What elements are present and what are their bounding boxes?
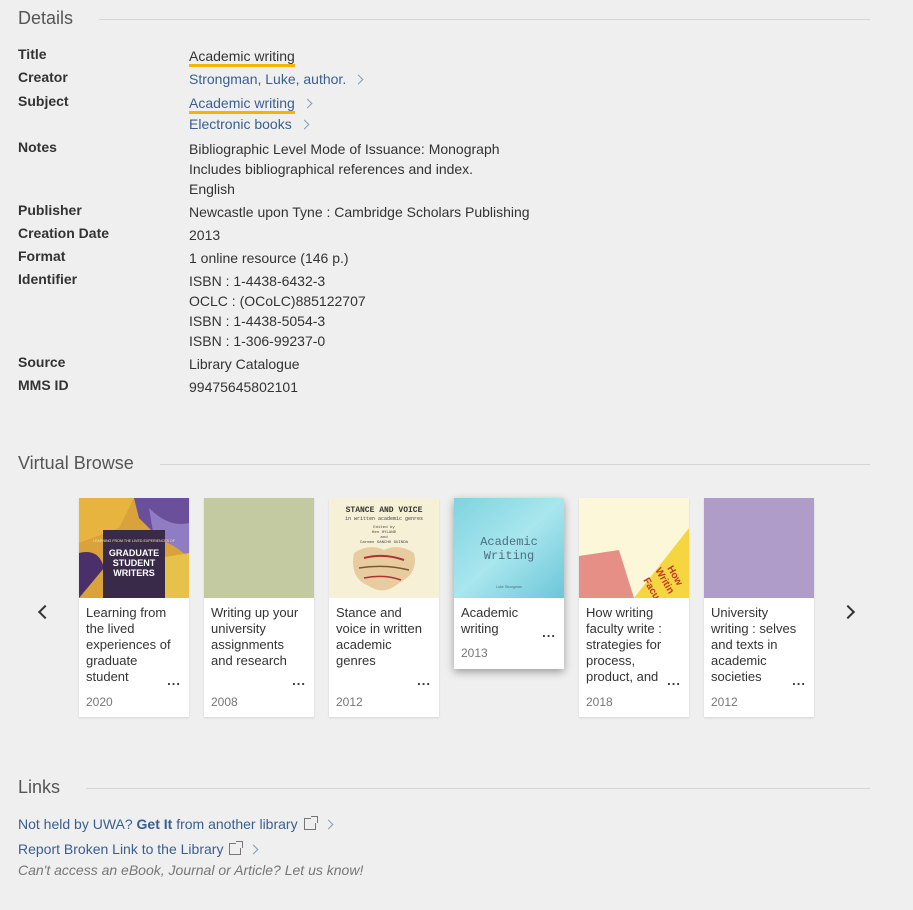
book-title: Academic writing <box>461 605 519 636</box>
book-cover-image <box>204 498 314 598</box>
detail-label: Subject <box>18 93 69 109</box>
notes-value: Bibliographic Level Mode of Issuance: Mo… <box>189 141 500 157</box>
book-year: 2013 <box>461 646 488 660</box>
subject-link-academic-writing[interactable]: Academic writing <box>189 95 295 114</box>
more-icon[interactable]: ... <box>167 673 181 688</box>
detail-label: Publisher <box>18 202 82 218</box>
title-link[interactable]: Academic writing <box>189 48 295 67</box>
cover-text: Edited by <box>373 525 395 530</box>
details-section-header: Details <box>18 8 870 29</box>
report-broken-link[interactable]: Report Broken Link to the Library <box>18 841 259 857</box>
notes-value: Includes bibliographical references and … <box>189 161 474 177</box>
browse-card[interactable]: LEARNING FROM THE LIVED EXPERIENCES OF G… <box>79 498 189 717</box>
links-heading: Links <box>18 777 61 797</box>
book-year: 2020 <box>86 695 113 709</box>
get-it-prefix: Not held by UWA? <box>18 816 137 832</box>
detail-label: Title <box>18 46 47 62</box>
cover-text: Luke Strongman <box>496 585 522 589</box>
report-broken-link-label: Report Broken Link to the Library <box>18 841 224 857</box>
cover-text: in written academic genres <box>345 516 423 522</box>
subject-link-electronic-books[interactable]: Electronic books <box>189 116 292 132</box>
source-value: Library Catalogue <box>189 356 300 372</box>
creation-date-value: 2013 <box>189 227 221 243</box>
identifier-value: ISBN : 1-4438-5054-3 <box>189 313 326 329</box>
notes-value: English <box>189 181 235 197</box>
creator-link[interactable]: Strongman, Luke, author. <box>189 71 346 87</box>
cover-text: LEARNING FROM THE LIVED EXPERIENCES OF <box>93 539 176 543</box>
divider <box>86 788 870 789</box>
detail-label: Creator <box>18 69 68 85</box>
external-link-icon <box>229 841 244 855</box>
book-cover-image <box>704 498 814 598</box>
book-year: 2012 <box>711 695 738 709</box>
links-section-header: Links <box>18 777 870 798</box>
divider <box>159 464 870 465</box>
detail-label: Notes <box>18 139 57 155</box>
chevron-left-icon[interactable] <box>34 604 50 620</box>
book-year: 2018 <box>586 695 613 709</box>
book-cover-image: STANCE AND VOICE in written academic gen… <box>329 498 439 598</box>
cover-text: and <box>380 535 388 540</box>
identifier-value: ISBN : 1-306-99237-0 <box>189 333 326 349</box>
more-icon[interactable]: ... <box>542 625 556 640</box>
get-it-bold: Get It <box>136 816 173 832</box>
details-heading: Details <box>18 8 74 28</box>
more-icon[interactable]: ... <box>667 673 681 688</box>
book-cover-image: LEARNING FROM THE LIVED EXPERIENCES OF G… <box>79 498 189 598</box>
book-cover-image: How Writin Facu <box>579 498 689 598</box>
browse-card[interactable]: University writing : selves and texts in… <box>704 498 814 717</box>
book-year: 2008 <box>211 695 238 709</box>
chevron-right-icon[interactable] <box>249 844 259 855</box>
cover-text: STUDENT <box>113 558 156 568</box>
divider <box>99 19 870 20</box>
cover-text: Academic <box>480 535 538 549</box>
book-title: Learning from the lived experiences of g… <box>86 605 171 684</box>
detail-label: MMS ID <box>18 377 69 393</box>
book-title: Stance and voice in written academic gen… <box>336 605 422 668</box>
more-icon[interactable]: ... <box>417 673 431 688</box>
book-title: Writing up your university assignments a… <box>211 605 299 668</box>
chevron-right-icon[interactable] <box>302 98 313 109</box>
cover-text: WRITERS <box>113 568 155 578</box>
get-it-link[interactable]: Not held by UWA? Get It from another lib… <box>18 816 334 832</box>
detail-label: Source <box>18 354 66 370</box>
chevron-right-icon[interactable] <box>353 74 364 85</box>
virtual-browse-section-header: Virtual Browse <box>18 453 870 474</box>
identifier-value: OCLC : (OCoLC)885122707 <box>189 293 366 309</box>
book-title: How writing faculty write : strategies f… <box>586 605 662 684</box>
detail-label: Creation Date <box>18 225 110 241</box>
cover-text: GRADUATE <box>109 548 159 558</box>
format-value: 1 online resource (146 p.) <box>189 250 349 266</box>
browse-card-current[interactable]: Academic Writing Luke Strongman Academic… <box>454 498 564 669</box>
browse-card[interactable]: Writing up your university assignments a… <box>204 498 314 717</box>
virtual-browse-heading: Virtual Browse <box>18 453 134 473</box>
detail-label: Identifier <box>18 271 78 287</box>
browse-card[interactable]: STANCE AND VOICE in written academic gen… <box>329 498 439 717</box>
more-icon[interactable]: ... <box>792 673 806 688</box>
publisher-value: Newcastle upon Tyne : Cambridge Scholars… <box>189 204 530 220</box>
mms-id-value: 99475645802101 <box>189 379 299 395</box>
identifier-value: ISBN : 1-4438-6432-3 <box>189 273 326 289</box>
more-icon[interactable]: ... <box>292 673 306 688</box>
external-link-icon <box>303 816 318 830</box>
browse-card[interactable]: How Writin Facu How writing faculty writ… <box>579 498 689 717</box>
cover-text: Ken HYLAND <box>372 531 397 535</box>
access-help-note: Can't access an eBook, Journal or Articl… <box>18 862 364 878</box>
cover-text: Writing <box>484 549 534 563</box>
detail-label: Format <box>18 248 66 264</box>
cover-text: Carmen SANCHO GUINDA <box>360 540 409 545</box>
book-cover-image: Academic Writing Luke Strongman <box>454 498 564 598</box>
book-title: University writing : selves and texts in… <box>711 605 797 684</box>
book-year: 2012 <box>336 695 363 709</box>
chevron-right-icon[interactable] <box>843 604 859 620</box>
chevron-right-icon[interactable] <box>299 119 310 130</box>
cover-text: STANCE AND VOICE <box>346 506 423 515</box>
chevron-right-icon[interactable] <box>323 819 334 830</box>
get-it-suffix: from another library <box>172 816 298 832</box>
